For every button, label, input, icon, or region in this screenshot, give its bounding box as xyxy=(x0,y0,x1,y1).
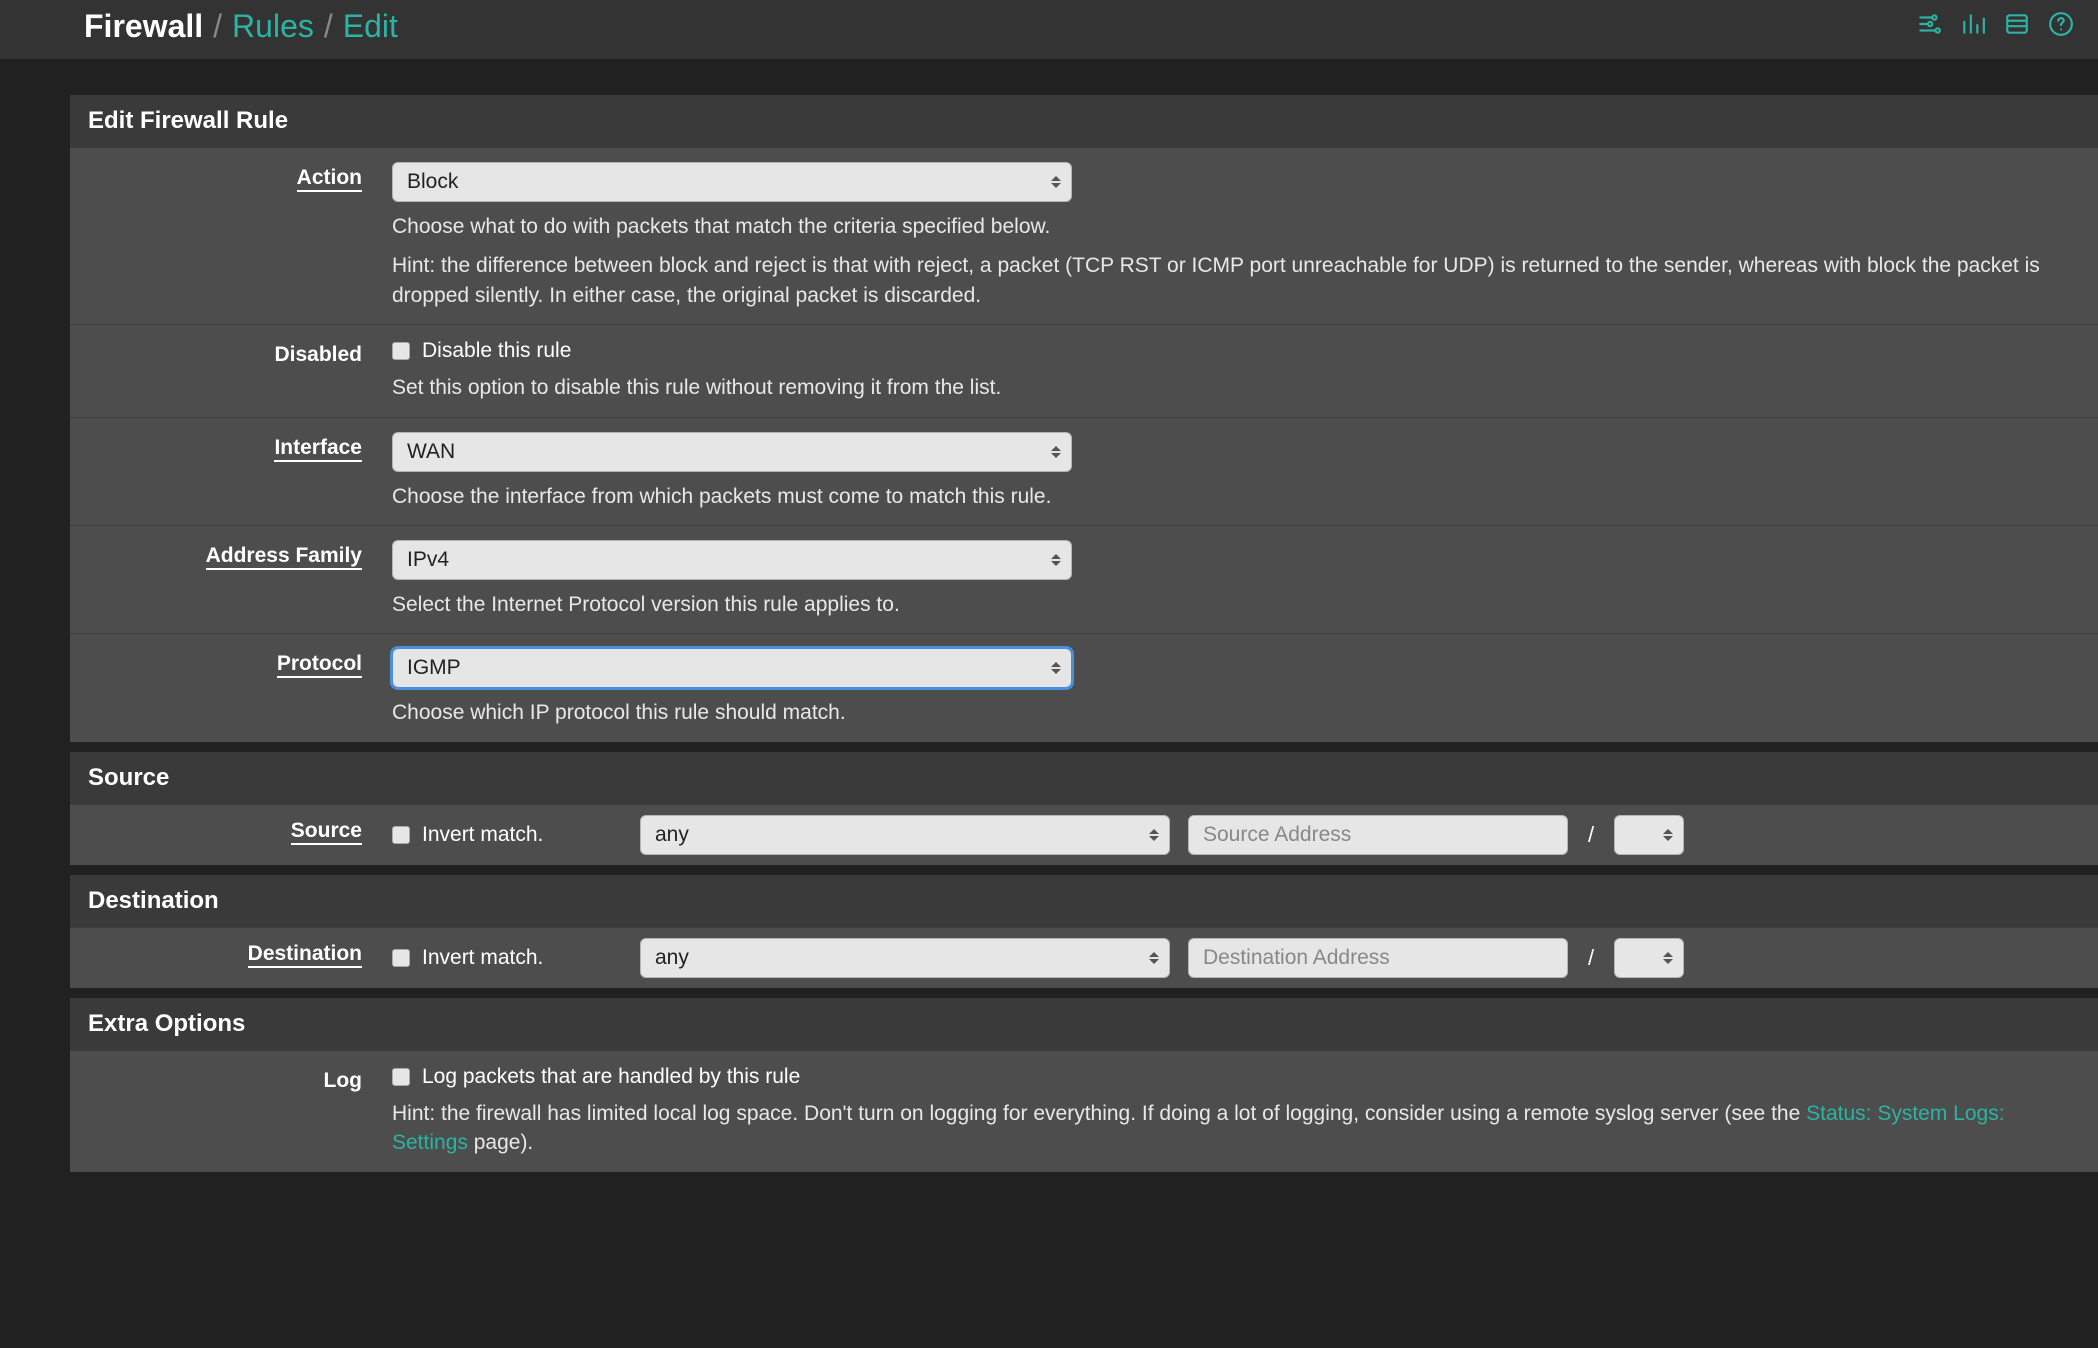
source-invert-checkbox[interactable] xyxy=(392,826,410,844)
protocol-help: Choose which IP protocol this rule shoul… xyxy=(392,698,2078,727)
label-interface: Interface xyxy=(70,432,392,511)
help-icon[interactable] xyxy=(2048,11,2074,43)
breadcrumb-level-1[interactable]: Rules xyxy=(232,8,314,45)
source-type-value: any xyxy=(655,823,689,847)
panel-destination: Destination Destination Invert match. an… xyxy=(70,875,2098,988)
panel-header-source: Source xyxy=(70,752,2098,804)
source-mask-select[interactable] xyxy=(1614,815,1684,855)
title-icon-group xyxy=(1916,11,2074,43)
interface-select[interactable]: WAN xyxy=(392,432,1072,472)
protocol-select-value: IGMP xyxy=(407,656,461,680)
action-select-value: Block xyxy=(407,170,458,194)
row-protocol: Protocol IGMP Choose which IP protocol t… xyxy=(70,633,2098,741)
disabled-help: Set this option to disable this rule wit… xyxy=(392,373,2078,402)
action-help-2: Hint: the difference between block and r… xyxy=(392,251,2078,310)
action-select[interactable]: Block xyxy=(392,162,1072,202)
address-family-select-value: IPv4 xyxy=(407,548,449,572)
destination-mask-separator: / xyxy=(1576,945,1606,971)
chevron-updown-icon xyxy=(1663,952,1673,964)
log-checkbox-label: Log packets that are handled by this rul… xyxy=(422,1065,800,1089)
destination-invert-label: Invert match. xyxy=(422,946,543,970)
destination-invert-checkbox[interactable] xyxy=(392,949,410,967)
disabled-checkbox-label: Disable this rule xyxy=(422,339,571,363)
label-address-family: Address Family xyxy=(70,540,392,619)
log-hint-pre: Hint: the firewall has limited local log… xyxy=(392,1102,1806,1125)
destination-address-input[interactable] xyxy=(1188,938,1568,978)
sliders-icon[interactable] xyxy=(1916,11,1942,43)
source-invert-label: Invert match. xyxy=(422,823,543,847)
source-type-select[interactable]: any xyxy=(640,815,1170,855)
breadcrumb-level-0[interactable]: Firewall xyxy=(84,8,203,45)
breadcrumb-level-2[interactable]: Edit xyxy=(343,8,398,45)
row-destination: Destination Invert match. any / xyxy=(70,927,2098,988)
panel-extra-options: Extra Options Log Log packets that are h… xyxy=(70,998,2098,1172)
panel-edit-firewall-rule: Edit Firewall Rule Action Block Choose w… xyxy=(70,95,2098,742)
address-family-help: Select the Internet Protocol version thi… xyxy=(392,590,2078,619)
destination-mask-select[interactable] xyxy=(1614,938,1684,978)
label-disabled: Disabled xyxy=(70,339,392,402)
panel-header-extra: Extra Options xyxy=(70,998,2098,1050)
panel-source: Source Source Invert match. any / xyxy=(70,752,2098,865)
row-interface: Interface WAN Choose the interface from … xyxy=(70,417,2098,525)
interface-help: Choose the interface from which packets … xyxy=(392,482,2078,511)
label-destination: Destination xyxy=(70,938,392,978)
interface-select-value: WAN xyxy=(407,440,455,464)
chevron-updown-icon xyxy=(1051,176,1061,188)
disabled-checkbox[interactable] xyxy=(392,342,410,360)
row-disabled: Disabled Disable this rule Set this opti… xyxy=(70,324,2098,416)
label-log: Log xyxy=(70,1065,392,1158)
action-help-1: Choose what to do with packets that matc… xyxy=(392,212,2078,241)
list-icon[interactable] xyxy=(2004,11,2030,43)
destination-type-select[interactable]: any xyxy=(640,938,1170,978)
log-hint-post: page). xyxy=(468,1131,533,1154)
breadcrumb-separator: / xyxy=(324,8,333,45)
label-protocol: Protocol xyxy=(70,648,392,727)
row-action: Action Block Choose what to do with pack… xyxy=(70,147,2098,324)
address-family-select[interactable]: IPv4 xyxy=(392,540,1072,580)
label-action: Action xyxy=(70,162,392,310)
row-address-family: Address Family IPv4 Select the Internet … xyxy=(70,525,2098,633)
breadcrumb: Firewall / Rules / Edit xyxy=(84,8,398,45)
row-source: Source Invert match. any / xyxy=(70,804,2098,865)
log-checkbox[interactable] xyxy=(392,1068,410,1086)
chevron-updown-icon xyxy=(1051,662,1061,674)
chevron-updown-icon xyxy=(1051,446,1061,458)
chevron-updown-icon xyxy=(1663,829,1673,841)
source-address-input[interactable] xyxy=(1188,815,1568,855)
source-mask-separator: / xyxy=(1576,822,1606,848)
protocol-select[interactable]: IGMP xyxy=(392,648,1072,688)
chevron-updown-icon xyxy=(1149,829,1159,841)
label-source: Source xyxy=(70,815,392,855)
log-hint: Hint: the firewall has limited local log… xyxy=(392,1099,2078,1158)
row-log: Log Log packets that are handled by this… xyxy=(70,1050,2098,1172)
panel-header-edit: Edit Firewall Rule xyxy=(70,95,2098,147)
title-bar: Firewall / Rules / Edit xyxy=(0,0,2098,59)
chevron-updown-icon xyxy=(1051,554,1061,566)
chevron-updown-icon xyxy=(1149,952,1159,964)
bar-chart-icon[interactable] xyxy=(1960,11,1986,43)
panel-header-destination: Destination xyxy=(70,875,2098,927)
breadcrumb-separator: / xyxy=(213,8,222,45)
destination-type-value: any xyxy=(655,946,689,970)
